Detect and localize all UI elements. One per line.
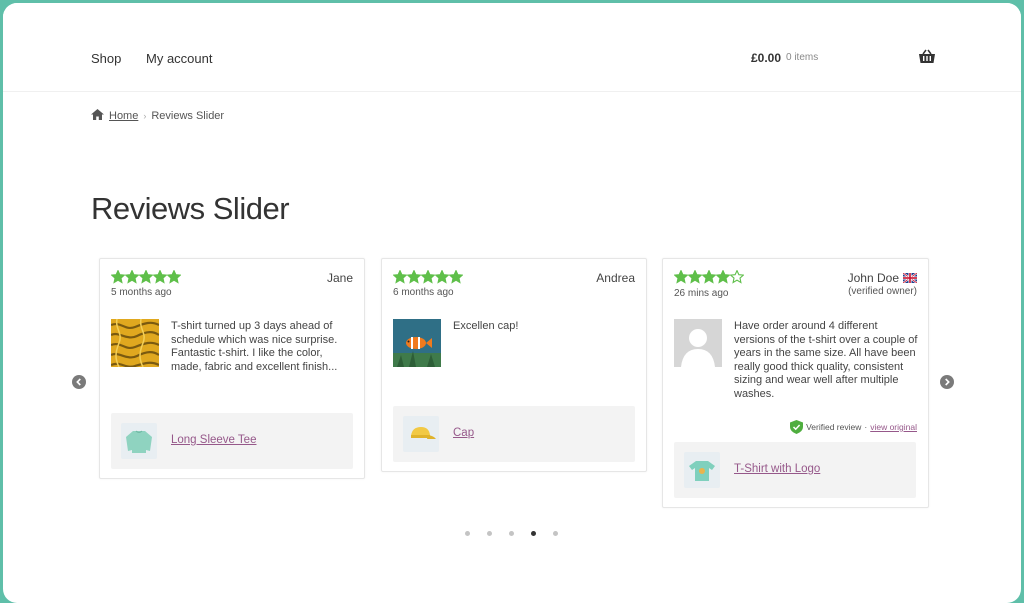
product-thumbnail[interactable] — [403, 416, 439, 452]
review-card: John Doe (verified owner) 26 mins ago Ha… — [662, 258, 929, 508]
star-filled-icon — [449, 270, 463, 284]
product-link[interactable]: Cap — [453, 427, 474, 439]
product-link[interactable]: Long Sleeve Tee — [171, 434, 256, 446]
star-rating — [674, 270, 744, 284]
product-thumbnail[interactable] — [121, 423, 157, 459]
review-product[interactable]: T-Shirt with Logo — [674, 442, 916, 498]
star-rating — [111, 270, 181, 284]
product-thumbnail[interactable] — [684, 452, 720, 488]
review-photo[interactable] — [393, 319, 441, 367]
slider-next-button[interactable] — [940, 375, 954, 389]
verified-review-label: Verified review — [806, 422, 862, 432]
star-filled-icon — [716, 270, 730, 284]
reviewer-name: John Doe — [847, 271, 899, 285]
star-filled-icon — [674, 270, 688, 284]
slider-pagination — [465, 531, 558, 536]
review-date: 5 months ago — [111, 287, 172, 298]
reviewer-name: Jane — [326, 271, 353, 285]
view-original-link[interactable]: view original — [870, 422, 917, 432]
home-icon[interactable] — [91, 109, 104, 123]
star-filled-icon — [111, 270, 125, 284]
review-text: T-shirt turned up 3 days ahead of schedu… — [171, 320, 338, 373]
shield-check-icon — [790, 420, 804, 434]
chevron-left-icon — [76, 378, 81, 386]
cart-count[interactable]: 0 items — [786, 52, 818, 63]
pagination-dot[interactable] — [509, 531, 514, 536]
verified-separator: · — [864, 422, 868, 432]
breadcrumb: Home › Reviews Slider — [91, 109, 224, 123]
pagination-dot[interactable] — [531, 531, 536, 536]
review-photo[interactable] — [111, 319, 159, 367]
review-card: Jane 5 months ago T-shirt turned up 3 da… — [99, 258, 365, 479]
breadcrumb-home-link[interactable]: Home — [109, 110, 138, 122]
star-filled-icon — [435, 270, 449, 284]
review-product[interactable]: Cap — [393, 406, 635, 462]
pagination-dot[interactable] — [553, 531, 558, 536]
star-filled-icon — [688, 270, 702, 284]
star-filled-icon — [139, 270, 153, 284]
avatar — [674, 319, 722, 367]
star-filled-icon — [393, 270, 407, 284]
site-header: Shop My account £0.00 0 items — [3, 3, 1021, 92]
star-empty-icon — [730, 270, 744, 284]
slider-prev-button[interactable] — [72, 375, 86, 389]
star-filled-icon — [407, 270, 421, 284]
reviewer-name: Andrea — [596, 271, 635, 285]
breadcrumb-current: Reviews Slider — [151, 110, 225, 122]
reviewer-name-row: John Doe — [848, 271, 917, 285]
review-card: Andrea 6 months ago Excellen cap! Cap — [381, 258, 647, 472]
page-title: Reviews Slider — [91, 191, 290, 226]
review-date: 26 mins ago — [674, 288, 729, 299]
reviewer-verified-owner: (verified owner) — [848, 286, 917, 297]
chevron-right-icon — [945, 378, 950, 386]
nav-shop-link[interactable]: Shop — [91, 51, 121, 66]
star-filled-icon — [125, 270, 139, 284]
page-frame: Shop My account £0.00 0 items Home › Rev… — [3, 3, 1021, 603]
review-text: Have order around 4 different versions o… — [734, 320, 918, 400]
breadcrumb-separator: › — [143, 111, 147, 121]
review-text: Excellen cap! — [453, 320, 519, 332]
product-link[interactable]: T-Shirt with Logo — [734, 463, 820, 475]
verified-review: Verified review · view original — [790, 420, 917, 434]
uk-flag-icon — [903, 273, 917, 283]
star-filled-icon — [167, 270, 181, 284]
cart-total[interactable]: £0.00 — [751, 51, 781, 65]
basket-icon[interactable] — [918, 49, 936, 65]
star-filled-icon — [153, 270, 167, 284]
review-date: 6 months ago — [393, 287, 454, 298]
star-rating — [393, 270, 463, 284]
pagination-dot[interactable] — [487, 531, 492, 536]
nav-my-account-link[interactable]: My account — [146, 51, 212, 66]
star-filled-icon — [702, 270, 716, 284]
star-filled-icon — [421, 270, 435, 284]
review-product[interactable]: Long Sleeve Tee — [111, 413, 353, 469]
pagination-dot[interactable] — [465, 531, 470, 536]
